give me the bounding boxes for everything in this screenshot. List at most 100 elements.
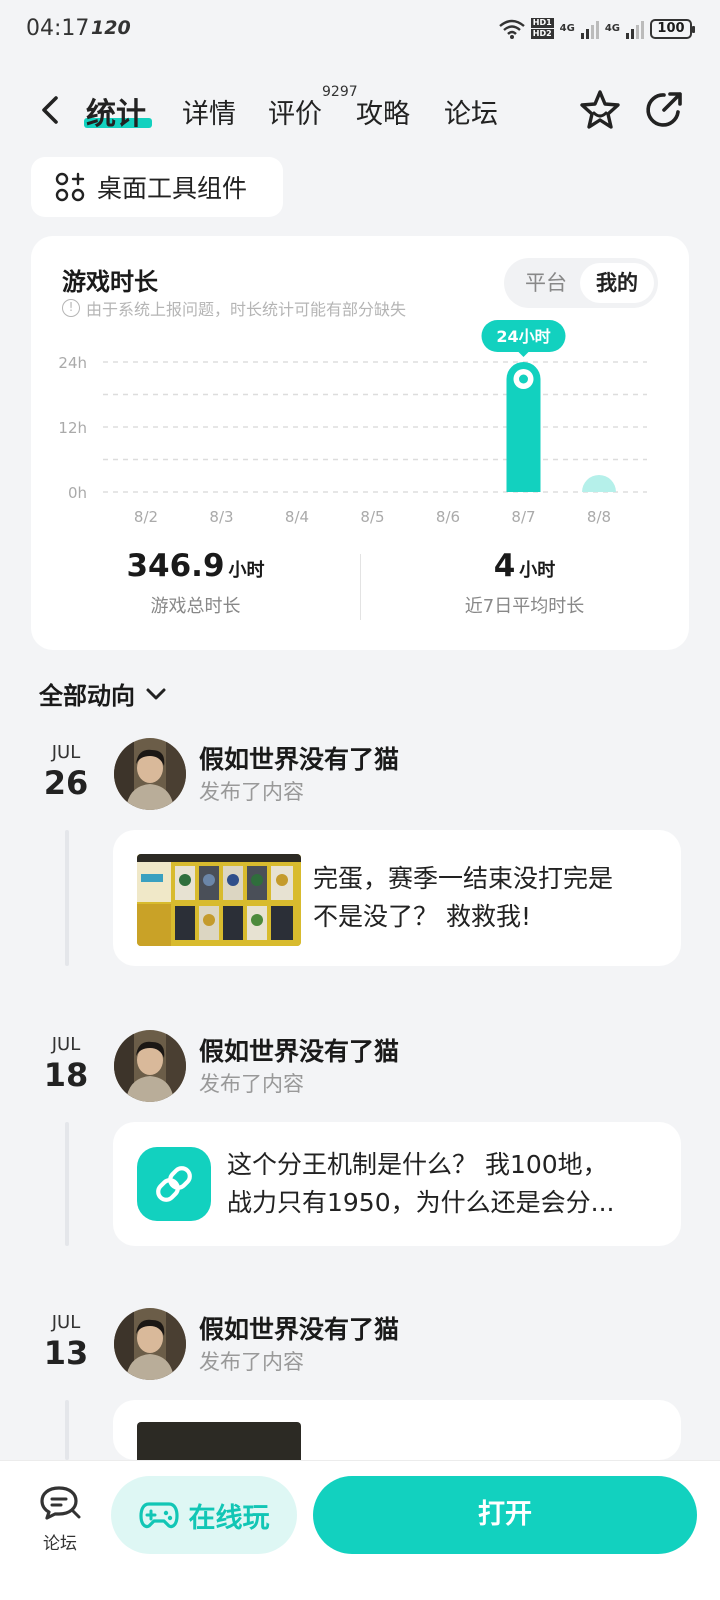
playtime-summary: 346.9 小时 游戏总时长 4 小时 近7日平均时长 <box>31 548 689 638</box>
review-count-badge: 9297 <box>322 84 358 100</box>
entry-month: JUL <box>51 1312 81 1333</box>
link-icon <box>137 1147 211 1221</box>
activity-filter-dropdown[interactable]: 全部动向 <box>39 676 167 711</box>
play-online-button[interactable]: 在线玩 <box>111 1476 297 1554</box>
bar-marker-dot <box>519 374 528 384</box>
status-icons: HD1 HD2 4G 4G 100 <box>498 18 695 39</box>
status-time: 04:17 <box>26 16 90 41</box>
entry-author[interactable]: 假如世界没有了猫 <box>199 740 399 776</box>
average-playtime-value: 4 <box>493 548 516 584</box>
network-type-2: 4G <box>604 22 620 34</box>
timeline-line <box>65 830 69 966</box>
info-icon: ! <box>62 299 80 317</box>
tab-statistics[interactable]: 统计 <box>86 89 146 133</box>
chevron-down-icon <box>146 688 166 699</box>
post-card[interactable] <box>113 1400 681 1460</box>
entry-month: JUL <box>51 1034 81 1055</box>
entry-action: 发布了内容 <box>199 1072 304 1096</box>
entry-month: JUL <box>51 742 81 763</box>
total-playtime-value: 346.9 <box>126 548 225 584</box>
average-playtime-unit: 小时 <box>519 560 556 581</box>
open-game-button[interactable]: 打开 <box>313 1476 697 1554</box>
playtime-card: 游戏时长 ! 由于系统上报问题，时长统计可能有部分缺失 平台 我的 0h 12h 2… <box>31 236 689 650</box>
x-tick-label: 8/6 <box>436 508 460 526</box>
playtime-title: 游戏时长 <box>62 268 158 296</box>
entry-day: 18 <box>43 1056 89 1094</box>
entry-action: 发布了内容 <box>199 780 304 804</box>
total-playtime: 346.9 小时 游戏总时长 <box>31 548 360 618</box>
avatar[interactable] <box>114 1030 186 1102</box>
post-card[interactable]: 完蛋，赛季一结束没打完是 不是没了？ 救救我! <box>113 830 681 966</box>
x-tick-label: 8/8 <box>587 508 611 526</box>
post-text-line: 战力只有1950，为什么还是会分... <box>227 1188 615 1217</box>
average-playtime-label: 近7日平均时长 <box>464 596 585 617</box>
bottom-action-bar: 论坛 在线玩 打开 <box>0 1460 720 1600</box>
entry-author[interactable]: 假如世界没有了猫 <box>199 1032 399 1068</box>
play-online-label: 在线玩 <box>188 1502 270 1534</box>
activity-filter-label: 全部动向 <box>39 682 135 710</box>
forum-chat-icon <box>40 1486 81 1520</box>
tab-guides[interactable]: 攻略 <box>356 92 410 131</box>
post-card[interactable]: 这个分王机制是什么？ 我100地， 战力只有1950，为什么还是会分... <box>113 1122 681 1246</box>
post-text-line: 完蛋，赛季一结束没打完是 <box>313 864 614 893</box>
playtime-chart: 0h 12h 24h 8/2 8/3 8/4 8/5 8/6 8/7 8/8 24小时 <box>58 320 647 526</box>
total-playtime-unit: 小时 <box>228 560 265 581</box>
battery-icon: 100 <box>650 18 695 39</box>
gamepad-icon <box>138 1502 179 1529</box>
hd1-label: HD1 <box>530 18 554 28</box>
x-tick-label: 8/7 <box>511 508 535 526</box>
y-tick-label: 12h <box>58 419 87 437</box>
x-tick-label: 8/4 <box>285 508 309 526</box>
network-type-1: 4G <box>559 22 575 34</box>
post-text-line: 这个分王机制是什么？ 我100地， <box>227 1150 608 1179</box>
tab-details[interactable]: 详情 <box>182 92 236 131</box>
refresh-rate: 120 <box>91 17 131 39</box>
hd2-label: HD2 <box>530 29 554 39</box>
x-tick-label: 8/2 <box>134 508 158 526</box>
timeline-line <box>65 1122 69 1246</box>
bar-tooltip-pointer <box>517 351 530 357</box>
average-playtime: 4 小时 近7日平均时长 <box>360 548 689 618</box>
tab-reviews[interactable]: 评价 <box>268 92 322 131</box>
total-playtime-label: 游戏总时长 <box>150 596 241 617</box>
source-toggle: 平台 我的 <box>504 258 658 308</box>
x-tick-label: 8/3 <box>209 508 233 526</box>
activity-entry: JUL 13 假如世界没有了猫 发布了内容 <box>0 1308 720 1468</box>
x-tick-label: 8/5 <box>360 508 384 526</box>
avatar[interactable] <box>114 738 186 810</box>
tab-forum[interactable]: 论坛 <box>444 92 498 131</box>
timeline-line <box>65 1400 69 1460</box>
activity-entry: JUL 26 假如世界没有了猫 发布了内容 完蛋，赛季一结束没打完是 不是没了？… <box>0 738 720 978</box>
post-text-line: 不是没了？ 救救我! <box>313 902 531 931</box>
desktop-widget-label: 桌面工具组件 <box>97 174 248 203</box>
post-text: 完蛋，赛季一结束没打完是 不是没了？ 救救我! <box>313 860 613 936</box>
back-arrow-icon[interactable] <box>36 92 64 128</box>
share-icon[interactable] <box>642 88 686 132</box>
toggle-mine[interactable]: 我的 <box>580 263 654 303</box>
bar-tooltip-label: 24小时 <box>496 327 550 346</box>
top-navigation: 统计 详情 评价 9297 攻略 论坛 <box>0 78 720 142</box>
forum-button[interactable]: 论坛 <box>36 1485 84 1554</box>
desktop-widget-button[interactable]: 桌面工具组件 <box>31 157 283 217</box>
wifi-icon <box>498 19 525 39</box>
entry-day: 13 <box>43 1334 89 1372</box>
y-tick-label: 24h <box>58 354 87 372</box>
avatar[interactable] <box>114 1308 186 1380</box>
battery-level: 100 <box>657 21 685 36</box>
entry-author[interactable]: 假如世界没有了猫 <box>199 1310 399 1346</box>
post-text: 这个分王机制是什么？ 我100地， 战力只有1950，为什么还是会分... <box>227 1146 614 1222</box>
signal-icon-1 <box>580 19 599 39</box>
y-tick-label: 0h <box>68 484 87 502</box>
toggle-platform[interactable]: 平台 <box>525 258 567 308</box>
widgets-grid-icon <box>55 172 85 202</box>
chart-bar <box>582 475 616 492</box>
entry-day: 26 <box>43 764 89 802</box>
entry-action: 发布了内容 <box>199 1350 304 1374</box>
favorite-star-icon[interactable] <box>578 88 622 132</box>
status-bar: 04:17 120 HD1 HD2 4G 4G 100 <box>0 0 720 58</box>
activity-entry: JUL 18 假如世界没有了猫 发布了内容 这个分王机制是什么？ 我100地， … <box>0 1030 720 1250</box>
post-thumbnail[interactable] <box>137 1422 301 1460</box>
hd-icon: HD1 HD2 <box>530 18 554 39</box>
signal-icon-2 <box>626 19 644 39</box>
post-thumbnail[interactable] <box>137 854 301 946</box>
